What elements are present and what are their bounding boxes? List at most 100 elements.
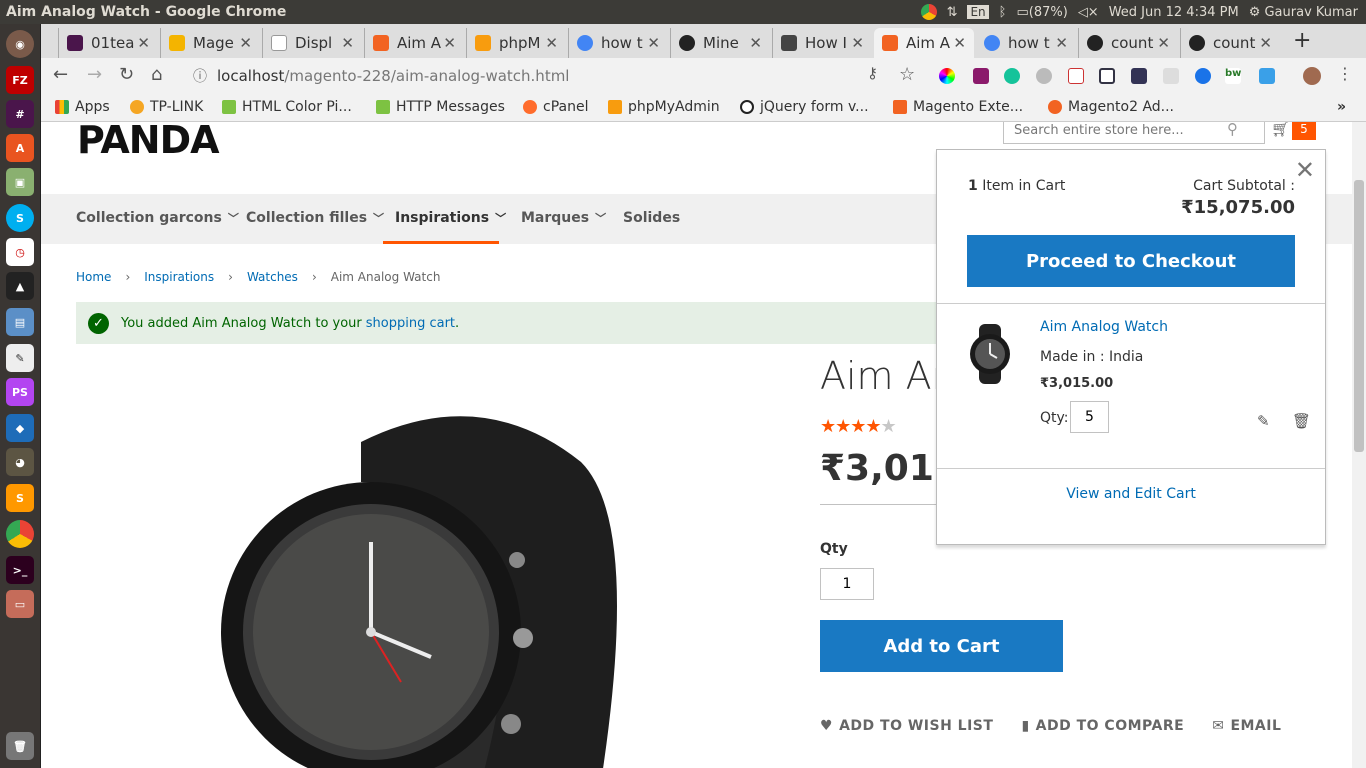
gimp-icon[interactable]: ◕ <box>6 448 34 476</box>
search-input[interactable]: Search entire store here... <box>1003 122 1265 144</box>
image-viewer-icon[interactable]: ▣ <box>6 168 34 196</box>
reload-button[interactable]: ↻ <box>119 64 134 85</box>
volume-icon[interactable]: ◁× <box>1078 5 1099 20</box>
new-tab-button[interactable]: + <box>1293 28 1311 53</box>
tab-3[interactable]: Aim A ✕ <box>364 28 464 58</box>
ubuntu-dash-icon[interactable]: ◉ <box>6 30 34 58</box>
new-extension-icon[interactable] <box>1131 68 1147 84</box>
close-icon[interactable]: ✕ <box>545 34 558 52</box>
tab-10[interactable]: count ✕ <box>1078 28 1178 58</box>
ruler-extension-icon[interactable] <box>1068 68 1084 84</box>
product-image[interactable] <box>221 402 641 768</box>
drop-extension-icon[interactable] <box>1195 68 1211 84</box>
add-to-cart-button[interactable]: Add to Cart <box>820 620 1063 672</box>
forward-button[interactable]: → <box>87 64 102 85</box>
minicart-item-thumbnail[interactable] <box>965 324 1015 384</box>
add-to-wishlist-link[interactable]: ♥ ADD TO WISH LIST <box>820 718 993 734</box>
tab-1[interactable]: Mage ✕ <box>160 28 260 58</box>
close-icon[interactable]: ✕ <box>341 34 354 52</box>
breadcrumb-home[interactable]: Home <box>76 270 111 284</box>
minicart-item-name[interactable]: Aim Analog Watch <box>1040 319 1168 335</box>
document-viewer-icon[interactable]: ▤ <box>6 308 34 336</box>
close-icon[interactable]: ✕ <box>1259 34 1272 52</box>
back-button[interactable]: ← <box>53 64 68 85</box>
tab-9[interactable]: how t ✕ <box>976 28 1076 58</box>
terminal-icon[interactable]: >_ <box>6 556 34 584</box>
user-menu[interactable]: ⚙ Gaurav Kumar <box>1249 5 1358 20</box>
nav-collection-garcons[interactable]: Collection garcons ﹀ <box>76 210 239 226</box>
nav-marques[interactable]: Marques ﹀ <box>521 210 606 226</box>
clock[interactable]: Wed Jun 12 4:34 PM <box>1109 5 1239 20</box>
tab-11[interactable]: count ✕ <box>1180 28 1280 58</box>
tag-extension-icon[interactable] <box>1259 68 1275 84</box>
close-icon[interactable]: ✕ <box>1157 34 1170 52</box>
scrollbar-thumb[interactable] <box>1354 180 1364 452</box>
close-icon[interactable]: ✕ <box>1295 156 1315 184</box>
trash-icon[interactable]: 🗑 <box>6 732 34 760</box>
calendar-icon[interactable]: ◷ <box>6 238 34 266</box>
extension-icon[interactable] <box>973 68 989 84</box>
tab-8-active[interactable]: Aim A ✕ <box>874 28 974 58</box>
tab-0[interactable]: 01tea ✕ <box>58 28 158 58</box>
key-icon[interactable]: ⚷ <box>867 64 878 82</box>
page-scrollbar[interactable] <box>1352 122 1366 768</box>
battery-indicator[interactable]: ▭(87%) <box>1016 5 1067 20</box>
slack-icon[interactable]: # <box>6 100 34 128</box>
home-button[interactable]: ⌂ <box>151 64 162 85</box>
close-icon[interactable]: ✕ <box>443 34 456 52</box>
skype-icon[interactable]: S <box>6 204 34 232</box>
close-icon[interactable]: ✕ <box>137 34 150 52</box>
tab-2[interactable]: Displ ✕ <box>262 28 362 58</box>
bookmark-cpanel[interactable]: cPanel <box>523 99 588 115</box>
bookmark-jquery[interactable]: jQuery form v... <box>740 99 869 115</box>
tab-6[interactable]: Mine ✕ <box>670 28 770 58</box>
bookmark-magento2-ad[interactable]: Magento2 Ad... <box>1048 99 1174 115</box>
bookmark-apps[interactable]: Apps <box>55 99 110 115</box>
cart-count-badge[interactable]: 5 <box>1292 122 1316 140</box>
bookmark-star-icon[interactable]: ☆ <box>899 64 915 85</box>
sublime-icon[interactable]: S <box>6 484 34 512</box>
store-logo[interactable]: PANDA <box>77 122 220 162</box>
close-icon[interactable]: ✕ <box>953 34 966 52</box>
product-rating[interactable]: ★★★★★ <box>820 416 897 437</box>
nav-collection-filles[interactable]: Collection filles ﹀ <box>246 210 384 226</box>
tab-4[interactable]: phpM ✕ <box>466 28 566 58</box>
phpstorm-icon[interactable]: PS <box>6 378 34 406</box>
inkscape-icon[interactable]: ▲ <box>6 272 34 300</box>
bookmark-html-color[interactable]: HTML Color Pi... <box>222 99 352 115</box>
breadcrumb-watches[interactable]: Watches <box>247 270 298 284</box>
chrome-icon[interactable] <box>920 4 937 20</box>
globe-extension-icon[interactable] <box>1036 68 1052 84</box>
keyboard-layout[interactable]: En <box>967 5 989 19</box>
close-icon[interactable]: ✕ <box>647 34 660 52</box>
text-editor-icon[interactable]: ✎ <box>6 344 34 372</box>
more-bookmarks-icon[interactable]: » <box>1337 99 1346 115</box>
nav-solides[interactable]: Solides <box>623 210 680 226</box>
breadcrumb-inspirations[interactable]: Inspirations <box>144 270 214 284</box>
avatar[interactable] <box>1303 67 1321 85</box>
grammarly-icon[interactable] <box>1004 68 1020 84</box>
bw-extension-icon[interactable]: bw <box>1225 68 1241 84</box>
filezilla-icon[interactable]: FZ <box>6 66 34 94</box>
add-to-compare-link[interactable]: ▮ ADD TO COMPARE <box>1021 718 1184 734</box>
bookmark-phpmyadmin[interactable]: phpMyAdmin <box>608 99 720 115</box>
nav-inspirations[interactable]: Inspirations ﹀ <box>395 210 506 226</box>
proceed-to-checkout-button[interactable]: Proceed to Checkout <box>967 235 1295 287</box>
vscode-icon[interactable]: ◆ <box>6 414 34 442</box>
view-and-edit-cart-link[interactable]: View and Edit Cart <box>937 486 1325 502</box>
bookmark-http-messages[interactable]: HTTP Messages <box>376 99 505 115</box>
close-icon[interactable]: ✕ <box>1055 34 1068 52</box>
close-icon[interactable]: ✕ <box>239 34 252 52</box>
close-icon[interactable]: ✕ <box>749 34 762 52</box>
pencil-icon[interactable]: ✎ <box>1257 412 1270 430</box>
email-link[interactable]: ✉ EMAIL <box>1212 718 1281 734</box>
trash-icon[interactable]: 🗑︎ <box>1292 412 1311 430</box>
chrome-launcher-icon[interactable] <box>6 520 34 548</box>
info-extension-icon[interactable] <box>1163 68 1179 84</box>
address-bar[interactable]: ⓘ localhost/magento-228/aim-analog-watch… <box>181 61 871 91</box>
network-icon[interactable]: ⇅ <box>947 5 958 20</box>
menu-icon[interactable]: ⋮ <box>1337 64 1353 83</box>
close-icon[interactable]: ✕ <box>851 34 864 52</box>
bluetooth-icon[interactable]: ᛒ <box>999 5 1007 20</box>
info-icon[interactable]: ⓘ <box>193 66 207 86</box>
